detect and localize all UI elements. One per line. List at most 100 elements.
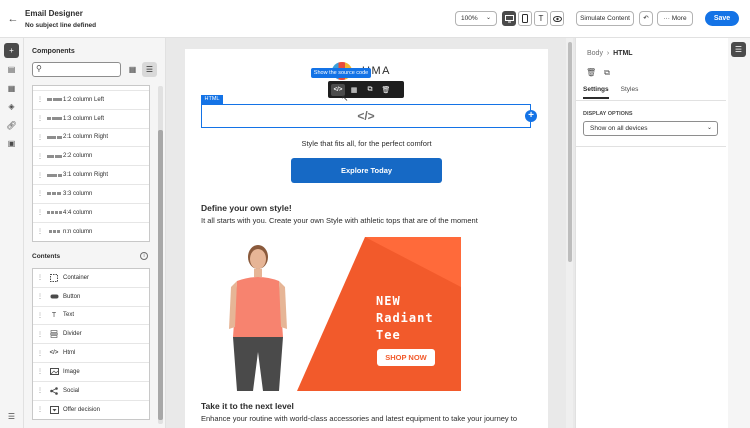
add-block-icon[interactable]: + <box>525 110 537 122</box>
undo-icon[interactable]: ↶ <box>639 11 653 26</box>
content-item[interactable]: ⋮ Divider <box>33 325 149 345</box>
heading-next-level: Take it to the next level <box>201 401 294 411</box>
chevron-down-icon: ⌄ <box>485 15 491 21</box>
structure-item[interactable]: ⋮ 4:4 column <box>33 204 149 223</box>
drag-handle-icon[interactable]: ⋮ <box>35 172 45 179</box>
duplicate-icon[interactable]: ⧉ <box>602 68 612 78</box>
drag-handle-icon[interactable]: ⋮ <box>35 293 45 300</box>
mobile-view-icon[interactable] <box>518 11 532 26</box>
content-item[interactable]: ⋮ Offer decision <box>33 401 149 420</box>
content-label: Social <box>63 387 80 394</box>
structure-label: 1:2 column Left <box>63 96 105 103</box>
container-icon <box>45 273 63 282</box>
save-button[interactable]: Save <box>705 11 739 26</box>
settings-icon[interactable]: ☰ <box>4 409 19 424</box>
personalization-icon[interactable]: ▣ <box>4 136 19 151</box>
column-layout-icon <box>45 192 63 196</box>
drag-handle-icon[interactable]: ⋮ <box>35 368 45 375</box>
code-icon: </> <box>49 350 59 357</box>
paragraph-accessories: Enhance your routine with world-class ac… <box>201 414 517 423</box>
mouse-cursor-icon: ↖ <box>341 93 349 103</box>
drag-handle-icon[interactable]: ⋮ <box>35 350 45 357</box>
structure-item[interactable]: ⋮ 1:2 column Left <box>33 91 149 110</box>
content-item[interactable]: ⋮ Container <box>33 269 149 288</box>
properties-tabs: Settings Styles <box>583 86 638 99</box>
zoom-select[interactable]: 100% ⌄ <box>455 11 497 26</box>
explore-today-button[interactable]: Explore Today <box>291 158 442 183</box>
drag-handle-icon[interactable]: ⋮ <box>35 331 45 338</box>
drag-handle-icon[interactable]: ⋮ <box>35 274 45 281</box>
desktop-view-icon[interactable] <box>502 11 516 26</box>
html-block-toolbar: </> ▦ ⧉ 🗑︎ <box>328 81 404 98</box>
content-item[interactable]: ⋮ </> Html <box>33 344 149 363</box>
canvas-scroll-thumb[interactable] <box>568 42 572 262</box>
zoom-value: 100% <box>461 15 478 22</box>
tab-styles[interactable]: Styles <box>621 86 639 99</box>
chevron-down-icon: ⌄ <box>706 125 712 131</box>
column-layout-icon <box>45 211 63 215</box>
tab-settings[interactable]: Settings <box>583 86 609 99</box>
structures-list: ⋮ 1:2 column Left ⋮ 1:3 column Left ⋮ 2:… <box>32 85 150 243</box>
links-icon[interactable]: 🔗︎ <box>4 118 19 133</box>
content-item[interactable]: ⋮ Social <box>33 382 149 401</box>
drag-handle-icon[interactable]: ⋮ <box>35 406 45 413</box>
structure-label: 3:3 column <box>63 190 93 197</box>
display-options-select[interactable]: Show on all devices ⌄ <box>583 121 718 136</box>
structure-item[interactable]: ⋮ 3:1 column Right <box>33 166 149 185</box>
drag-handle-icon[interactable]: ⋮ <box>35 134 45 141</box>
html-block[interactable]: </> <box>201 104 531 128</box>
delete-icon[interactable]: 🗑︎ <box>586 68 596 78</box>
layers-icon[interactable]: ◈ <box>4 99 19 114</box>
structure-item[interactable]: ⋮ 3:3 column <box>33 185 149 204</box>
drag-handle-icon[interactable]: ⋮ <box>35 96 45 103</box>
delete-icon[interactable]: 🗑︎ <box>379 84 393 96</box>
grid-view-icon[interactable]: ▦ <box>125 62 140 77</box>
fragments-icon[interactable]: ▤ <box>4 62 19 77</box>
breadcrumb-body[interactable]: Body <box>587 50 603 57</box>
more-button[interactable]: ··· More <box>657 11 693 26</box>
drag-handle-icon[interactable]: ⋮ <box>35 190 45 197</box>
structure-item[interactable]: ⋮ 1:3 column Left <box>33 110 149 129</box>
components-title: Components <box>32 48 75 55</box>
select-parent-icon[interactable]: ▦ <box>347 84 361 96</box>
structure-label: 4:4 column <box>63 209 93 216</box>
back-arrow-icon[interactable]: ← <box>6 12 20 26</box>
source-code-tooltip: Show the source code <box>311 68 371 78</box>
list-view-icon[interactable]: ☰ <box>142 62 157 77</box>
right-rail: ☰ <box>728 38 750 428</box>
preview-eye-icon[interactable] <box>550 11 564 26</box>
drag-handle-icon[interactable]: ⋮ <box>35 387 45 394</box>
content-label: Image <box>63 368 80 375</box>
panel-scroll-thumb[interactable] <box>158 130 163 420</box>
text-icon: T <box>51 311 57 319</box>
content-item[interactable]: ⋮ Image <box>33 363 149 382</box>
drag-handle-icon[interactable]: ⋮ <box>35 115 45 122</box>
search-icon: ⚲ <box>36 64 42 73</box>
duplicate-icon[interactable]: ⧉ <box>363 84 377 96</box>
shop-now-button[interactable]: SHOP NOW <box>377 349 435 366</box>
search-input[interactable]: ⚲ <box>32 62 121 77</box>
drag-handle-icon[interactable]: ⋮ <box>35 209 45 216</box>
content-item[interactable]: ⋮ Button <box>33 288 149 307</box>
structure-label: 1:3 column Left <box>63 115 105 122</box>
section-divider <box>576 146 726 147</box>
banner-line-radiant: Radiant <box>376 311 434 325</box>
properties-toggle-icon[interactable]: ☰ <box>731 42 746 57</box>
content-label: Divider <box>63 331 82 338</box>
product-banner-image[interactable]: NEW Radiant Tee SHOP NOW <box>215 237 461 391</box>
content-item[interactable]: ⋮ T Text <box>33 307 149 326</box>
simulate-content-button[interactable]: Simulate Content <box>576 11 634 26</box>
breadcrumb: Body › HTML <box>587 50 633 57</box>
drag-handle-icon[interactable]: ⋮ <box>35 153 45 160</box>
info-icon[interactable]: i <box>140 252 148 260</box>
structure-item[interactable]: ⋮ 2:1 column Right <box>33 129 149 148</box>
add-components-icon[interactable]: + <box>4 43 19 58</box>
components-panel: Components ⚲ ▦ ☰ ⋮ 1:2 column Left ⋮ 1:3… <box>24 38 166 428</box>
text-view-icon[interactable]: T <box>534 11 548 26</box>
structure-item[interactable]: ⋮ 2:2 column <box>33 147 149 167</box>
structure-item[interactable]: ⋮ n:n column <box>33 223 149 242</box>
divider-icon <box>45 330 63 339</box>
drag-handle-icon[interactable]: ⋮ <box>35 228 45 235</box>
drag-handle-icon[interactable]: ⋮ <box>35 312 45 319</box>
assets-icon[interactable]: ▦ <box>4 81 19 96</box>
